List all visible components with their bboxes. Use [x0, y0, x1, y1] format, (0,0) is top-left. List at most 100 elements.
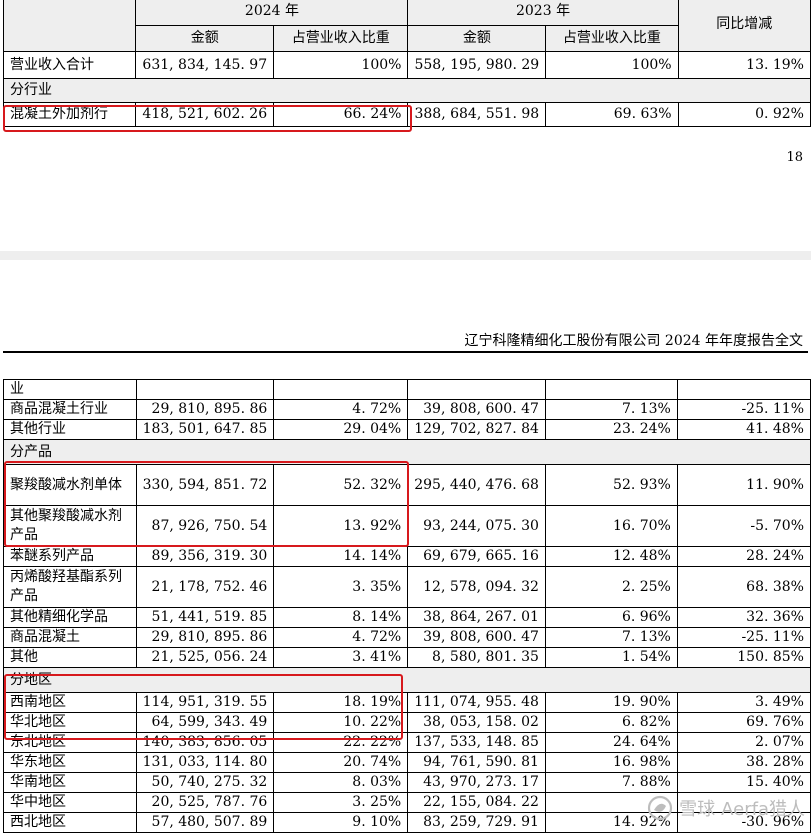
share-2023: 1. 54% [544, 647, 678, 668]
table-row: 华东地区 131, 033, 114. 80 20. 74% 94, 761, … [3, 752, 811, 773]
highlight-box-industry [3, 105, 412, 132]
amount-2024: 131, 033, 114. 80 [135, 752, 275, 773]
share-2023: 52. 93% [544, 464, 678, 506]
amount-2023: 94, 761, 590. 81 [407, 752, 546, 773]
share-2024: 3. 35% [273, 566, 409, 608]
watermark-user: Aerfa猎人 [721, 799, 805, 820]
share-2023: 6. 82% [544, 712, 678, 733]
share-2023: 16. 70% [544, 505, 678, 547]
amount-2023: 69, 679, 665. 16 [407, 546, 546, 567]
share-2023: 7. 88% [544, 772, 678, 793]
share-2024: 29. 04% [273, 419, 409, 440]
header-share-2024: 占营业收入比重 [273, 25, 409, 52]
share-2023: 6. 96% [544, 607, 678, 628]
watermark: 雪球 Aerfa猎人 [647, 793, 805, 823]
amount-2024: 57, 480, 507. 89 [135, 812, 275, 833]
amount-2023: 388, 684, 551. 98 [407, 102, 547, 127]
table-row: 苯醚系列产品 89, 356, 319. 30 14. 14% 69, 679,… [3, 546, 811, 567]
header-yoy: 同比增减 [677, 0, 811, 52]
amount-2023: 137, 533, 148. 85 [407, 732, 546, 753]
yoy-change: -25. 11% [676, 399, 811, 420]
amount-2023: 39, 808, 600. 47 [407, 627, 546, 648]
yoy-change: 150. 85% [676, 647, 811, 668]
row-label: 商品混凝土行业 [3, 399, 137, 420]
yoy-change: -5. 70% [676, 505, 811, 547]
row-label: 其他精细化学品 [3, 607, 137, 628]
table-row-total: 营业收入合计 631, 834, 145. 97 100% 558, 195, … [2, 51, 811, 79]
share-2024: 3. 25% [273, 792, 409, 813]
amount-2023: 8, 580, 801. 35 [407, 647, 546, 668]
header-blank [2, 0, 137, 52]
share-2023: 7. 13% [544, 399, 678, 420]
section-label: 分行业 [3, 78, 811, 103]
highlight-box-products [4, 461, 409, 547]
yoy-change: 0. 92% [677, 102, 811, 127]
share-2023: 2. 25% [544, 566, 678, 608]
amount-2023: 22, 155, 084. 22 [407, 792, 546, 813]
page-break-gap [0, 251, 811, 260]
revenue-table-continued: 业 商品混凝土行业 29, 810, 895. 86 4. 72% 39, 80… [3, 379, 811, 833]
share-2023: 100% [545, 51, 679, 79]
yoy-change: 41. 48% [676, 419, 811, 440]
amount-2024: 631, 834, 145. 97 [135, 51, 275, 79]
yoy-change: 28. 24% [676, 546, 811, 567]
row-label: 丙烯酸羟基酯系列产品 [3, 566, 137, 608]
amount-2023: 111, 074, 955. 48 [407, 692, 546, 713]
share-2023: 7. 13% [544, 627, 678, 648]
amount-2024: 50, 740, 275. 32 [135, 772, 275, 793]
yoy-change: 15. 40% [676, 772, 811, 793]
amount-2023: 295, 440, 476. 68 [407, 464, 546, 506]
table-row: 其他精细化学品 51, 441, 519. 85 8. 14% 38, 864,… [3, 607, 811, 628]
share-2024: 8. 14% [273, 607, 409, 628]
share-2024: 9. 10% [273, 812, 409, 833]
table-row: 华南地区 50, 740, 275. 32 8. 03% 43, 970, 27… [3, 772, 811, 793]
row-label: 商品混凝土 [3, 627, 137, 648]
table-row: 商品混凝土 29, 810, 895. 86 4. 72% 39, 808, 6… [3, 627, 811, 648]
yoy-change: -25. 11% [676, 627, 811, 648]
table-row-continued: 业 [3, 379, 811, 400]
table-row: 其他 21, 525, 056. 24 3. 41% 8, 580, 801. … [3, 647, 811, 668]
watermark-brand: 雪球 [679, 799, 716, 820]
row-label: 华东地区 [3, 752, 137, 773]
yoy-change: 38. 28% [676, 752, 811, 773]
share-2023: 12. 48% [544, 546, 678, 567]
row-label: 华南地区 [3, 772, 137, 793]
row-label: 业 [3, 379, 137, 400]
amount-2023: 39, 808, 600. 47 [407, 399, 546, 420]
share-2024: 100% [273, 51, 409, 79]
header-year-2024: 2024 年 [135, 0, 409, 26]
amount-2023: 129, 702, 827. 84 [407, 419, 546, 440]
header-rule [3, 351, 808, 353]
share-2023: 19. 90% [544, 692, 678, 713]
share-2023: 16. 98% [544, 752, 678, 773]
amount-2023: 12, 578, 094. 32 [407, 566, 546, 608]
amount-2023: 38, 053, 158. 02 [407, 712, 546, 733]
page-number: 18 [786, 150, 803, 165]
amount-2023: 93, 244, 075. 30 [407, 505, 546, 547]
header-share-2023: 占营业收入比重 [545, 25, 679, 52]
share-2023: 69. 63% [545, 102, 679, 127]
share-2024: 3. 41% [273, 647, 409, 668]
yoy-change: 11. 90% [676, 464, 811, 506]
highlight-box-regions [4, 674, 403, 740]
table-row: 其他行业 183, 501, 647. 85 29. 04% 129, 702,… [3, 419, 811, 440]
row-label: 其他 [3, 647, 137, 668]
yoy-change: 32. 36% [676, 607, 811, 628]
row-label: 营业收入合计 [2, 51, 137, 79]
row-label: 苯醚系列产品 [3, 546, 137, 567]
share-2023: 24. 64% [544, 732, 678, 753]
snowball-logo-icon [648, 795, 673, 821]
amount-2023: 43, 970, 273. 17 [407, 772, 546, 793]
amount-2024: 29, 810, 895. 86 [135, 399, 275, 420]
yoy-change: 68. 38% [676, 566, 811, 608]
row-label: 其他行业 [3, 419, 137, 440]
amount-2023: 83, 259, 729. 91 [407, 812, 546, 833]
row-label: 西北地区 [3, 812, 137, 833]
row-label: 华中地区 [3, 792, 137, 813]
yoy-change: 2. 07% [676, 732, 811, 753]
share-2024: 8. 03% [273, 772, 409, 793]
share-2024: 14. 14% [273, 546, 409, 567]
share-2024: 20. 74% [273, 752, 409, 773]
yoy-change: 13. 19% [677, 51, 811, 79]
share-2024: 4. 72% [273, 627, 409, 648]
